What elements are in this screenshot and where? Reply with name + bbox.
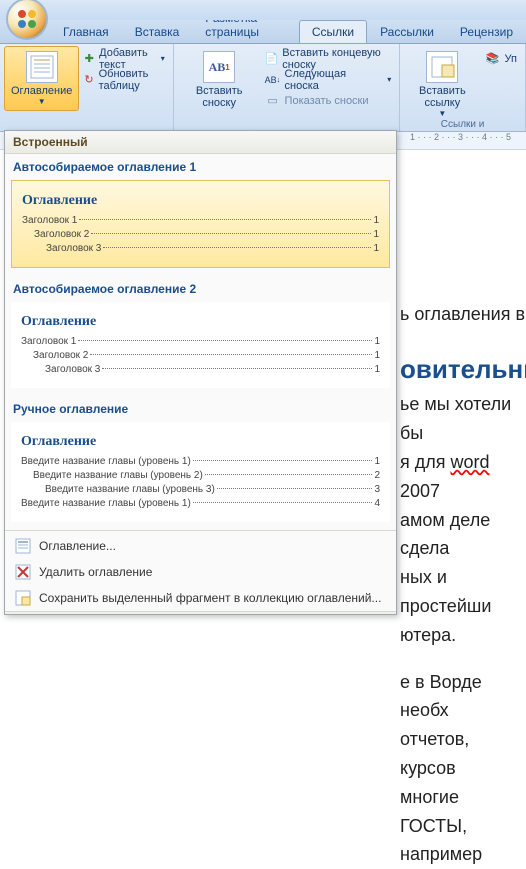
- toc-preview-title: Оглавление: [22, 191, 379, 209]
- doc-fragment: многие ГОСТЫ, например: [400, 783, 526, 869]
- cmd-insert-toc[interactable]: Оглавление...: [5, 533, 396, 559]
- toc-button-label: Оглавление: [11, 85, 72, 97]
- cmd-save-selection-label: Сохранить выделенный фрагмент в коллекци…: [39, 591, 381, 605]
- ribbon: Оглавление ▼ ✚ Добавить текст ▾ ↻ Обнови…: [0, 44, 526, 132]
- show-footnotes-button[interactable]: ▭ Показать сноски: [261, 90, 396, 111]
- insert-citation-label: Вставить ссылку: [411, 85, 473, 109]
- next-footnote-button[interactable]: AB↓ Следующая сноска ▾: [261, 69, 396, 90]
- toc-icon: [26, 51, 58, 83]
- manage-sources-button[interactable]: 📚 Уп: [481, 48, 521, 69]
- doc-fragment: ных и простейши: [400, 563, 526, 621]
- toc-preview-title: Оглавление: [21, 312, 380, 330]
- add-text-button[interactable]: ✚ Добавить текст ▾: [79, 48, 168, 69]
- doc-fragment: отчетов, курсов: [400, 725, 526, 783]
- cmd-insert-toc-label: Оглавление...: [39, 539, 116, 553]
- insert-footnote-label: Вставить сноску: [185, 85, 254, 109]
- gallery-item-auto2[interactable]: Оглавление Заголовок 11 Заголовок 21 Заг…: [11, 302, 390, 388]
- plus-icon: ✚: [83, 51, 95, 67]
- citation-icon: [426, 51, 458, 83]
- gallery-header: Встроенный: [5, 131, 396, 154]
- remove-toc-icon: [15, 564, 31, 580]
- gallery-section-auto1: Автособираемое оглавление 1: [5, 154, 396, 178]
- manage-sources-label: Уп: [505, 53, 517, 65]
- toc-preview-line: Заголовок 11: [22, 215, 379, 226]
- doc-fragment: овительный: [400, 354, 526, 384]
- next-footnote-label: Следующая сноска: [285, 68, 384, 92]
- toc-preview-line: Введите название главы (уровень 1)4: [21, 498, 380, 509]
- toc-preview-line: Заголовок 31: [45, 364, 380, 375]
- toc-preview-title: Оглавление: [21, 432, 380, 450]
- tab-references[interactable]: Ссылки: [299, 20, 367, 43]
- chevron-down-icon: ▼: [38, 97, 46, 106]
- chevron-down-icon: ▼: [438, 109, 446, 118]
- chevron-down-icon: ▾: [387, 75, 391, 84]
- doc-fragment: ь оглавления в: [400, 300, 526, 329]
- cmd-save-selection[interactable]: Сохранить выделенный фрагмент в коллекци…: [5, 585, 396, 611]
- doc-fragment: ье мы хотели бы: [400, 390, 526, 448]
- toc-dialog-icon: [15, 538, 31, 554]
- toc-preview-line: Заголовок 21: [33, 350, 380, 361]
- insert-citation-button[interactable]: Вставить ссылку ▼: [404, 46, 480, 123]
- sources-icon: 📚: [485, 51, 501, 67]
- show-footnotes-icon: ▭: [265, 93, 281, 109]
- separator: [5, 530, 396, 531]
- group-label-links: Ссылки и: [400, 119, 525, 130]
- toc-preview-line: Введите название главы (уровень 3)3: [45, 484, 380, 495]
- cmd-remove-toc[interactable]: Удалить оглавление: [5, 559, 396, 585]
- toc-preview-line: Введите название главы (уровень 1)1: [21, 456, 380, 467]
- doc-fragment: амом деле сдела: [400, 506, 526, 564]
- insert-footnote-button[interactable]: AB1 Вставить сноску: [178, 46, 261, 114]
- insert-endnote-button[interactable]: 📄 Вставить концевую сноску: [261, 48, 396, 69]
- gallery-section-manual: Ручное оглавление: [5, 396, 396, 420]
- endnote-icon: 📄: [265, 51, 279, 67]
- update-table-button[interactable]: ↻ Обновить таблицу: [79, 69, 168, 90]
- doc-fragment: я для word 2007: [400, 448, 526, 506]
- gallery-section-auto2: Автособираемое оглавление 2: [5, 276, 396, 300]
- chevron-down-icon: ▾: [161, 54, 165, 63]
- toc-preview-line: Заголовок 21: [34, 229, 379, 240]
- tab-home[interactable]: Главная: [50, 20, 122, 43]
- gallery-resize-grip[interactable]: [5, 611, 396, 614]
- next-footnote-icon: AB↓: [265, 72, 281, 88]
- gallery-item-auto1[interactable]: Оглавление Заголовок 11 Заголовок 21 Заг…: [11, 180, 390, 268]
- title-bar: [0, 0, 526, 20]
- doc-fragment: ютера.: [400, 621, 526, 650]
- toc-preview-line: Заголовок 11: [21, 336, 380, 347]
- tab-insert[interactable]: Вставка: [122, 20, 193, 43]
- ribbon-tabs: Главная Вставка Разметка страницы Ссылки…: [0, 20, 526, 44]
- refresh-icon: ↻: [83, 72, 94, 88]
- show-footnotes-label: Показать сноски: [285, 95, 369, 107]
- toc-gallery: Встроенный Автособираемое оглавление 1 О…: [4, 130, 397, 615]
- toc-button[interactable]: Оглавление ▼: [4, 46, 79, 111]
- tab-mailings[interactable]: Рассылки: [367, 20, 447, 43]
- doc-fragment: е в Ворде необх: [400, 668, 526, 726]
- office-button[interactable]: [6, 0, 48, 40]
- cmd-remove-toc-label: Удалить оглавление: [39, 565, 152, 579]
- toc-preview-line: Заголовок 31: [46, 243, 379, 254]
- gallery-item-manual[interactable]: Оглавление Введите название главы (урове…: [11, 422, 390, 522]
- update-table-label: Обновить таблицу: [99, 68, 165, 92]
- footnote-icon: AB1: [203, 51, 235, 83]
- toc-preview-line: Введите название главы (уровень 2)2: [33, 470, 380, 481]
- tab-review[interactable]: Рецензир: [447, 20, 526, 43]
